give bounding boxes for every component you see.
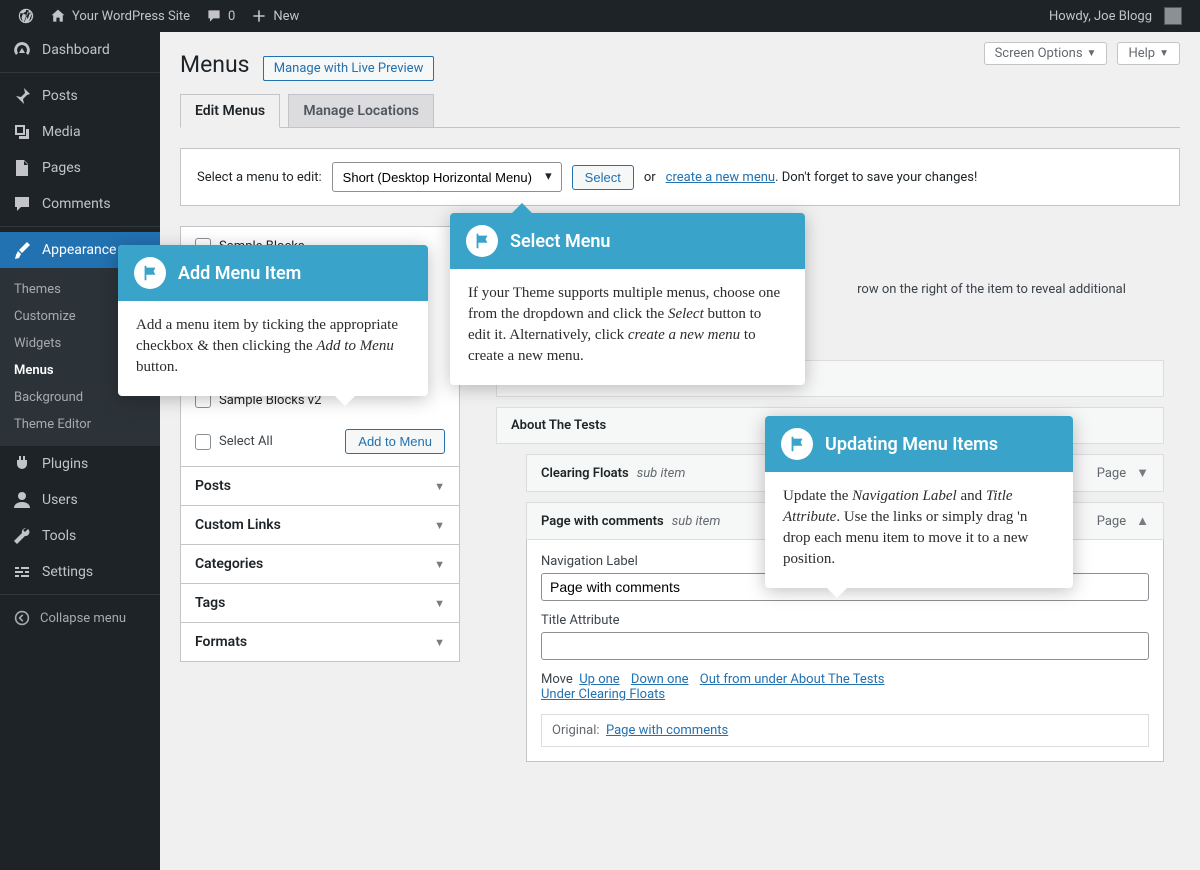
tooltip-add-menu-item: Add Menu Item Add a menu item by ticking… — [118, 245, 428, 396]
sidebar-item-comments[interactable]: Comments — [0, 186, 160, 222]
title-attr-label: Title Attribute — [541, 613, 1149, 628]
original-box: Original: Page with comments — [541, 714, 1149, 747]
move-down-link[interactable]: Down one — [631, 672, 689, 687]
caret-down-icon: ▼ — [434, 636, 445, 649]
flag-icon — [781, 428, 813, 460]
move-up-link[interactable]: Up one — [579, 672, 619, 687]
new-label: New — [273, 9, 299, 24]
move-under-link[interactable]: Under Clearing Floats — [541, 687, 665, 702]
dashboard-icon — [12, 40, 32, 60]
wrench-icon — [12, 526, 32, 546]
sidebar-item-dashboard[interactable]: Dashboard — [0, 32, 160, 68]
move-out-link[interactable]: Out from under About The Tests — [700, 672, 885, 687]
wordpress-icon — [18, 8, 34, 24]
site-name-link[interactable]: Your WordPress Site — [42, 0, 198, 32]
accordion-formats[interactable]: Formats▼ — [180, 622, 460, 662]
flag-icon — [466, 225, 498, 257]
plugin-icon — [12, 454, 32, 474]
accordion-tags[interactable]: Tags▼ — [180, 583, 460, 623]
separator — [0, 68, 160, 73]
accordion-posts[interactable]: Posts▼ — [180, 466, 460, 506]
move-links: Move Up one Down one Out from under Abou… — [541, 672, 1149, 702]
select-button[interactable]: Select — [572, 165, 634, 190]
tooltip-updating-menu-items: Updating Menu Items Update the Navigatio… — [765, 416, 1073, 588]
admin-sidebar: Dashboard Posts Media Pages Comments App… — [0, 32, 160, 870]
caret-up-icon[interactable]: ▲ — [1136, 513, 1149, 529]
comments-link[interactable]: 0 — [198, 0, 243, 32]
caret-down-icon: ▼ — [1159, 48, 1169, 59]
sidebar-item-posts[interactable]: Posts — [0, 78, 160, 114]
site-name: Your WordPress Site — [72, 9, 190, 24]
sidebar-item-pages[interactable]: Pages — [0, 150, 160, 186]
submenu-theme-editor[interactable]: Theme Editor — [0, 411, 160, 438]
or-text: or — [644, 170, 656, 185]
caret-down-icon: ▼ — [434, 558, 445, 571]
sidebar-item-tools[interactable]: Tools — [0, 518, 160, 554]
caret-down-icon: ▼ — [434, 480, 445, 493]
page-title: Menus — [180, 42, 250, 82]
caret-down-icon: ▼ — [434, 519, 445, 532]
sidebar-item-media[interactable]: Media — [0, 114, 160, 150]
caret-down-icon: ▼ — [1087, 48, 1097, 59]
original-link[interactable]: Page with comments — [606, 723, 728, 738]
tooltip-arrow — [333, 394, 357, 406]
sidebar-item-users[interactable]: Users — [0, 482, 160, 518]
add-to-menu-button[interactable]: Add to Menu — [345, 429, 445, 454]
flag-icon — [134, 257, 166, 289]
pin-icon — [12, 86, 32, 106]
sidebar-item-settings[interactable]: Settings — [0, 554, 160, 590]
nav-tabs: Edit Menus Manage Locations — [180, 94, 1180, 128]
media-icon — [12, 122, 32, 142]
screen-meta-links: Screen Options▼ Help▼ — [984, 42, 1180, 65]
select-all-checkbox[interactable] — [195, 434, 211, 450]
note-text: . Don't forget to save your changes! — [775, 170, 977, 185]
screen-options-button[interactable]: Screen Options▼ — [984, 42, 1108, 65]
select-menu-label: Select a menu to edit: — [197, 170, 322, 185]
accordion-categories[interactable]: Categories▼ — [180, 544, 460, 584]
tab-manage-locations[interactable]: Manage Locations — [288, 94, 434, 127]
accordion-custom-links[interactable]: Custom Links▼ — [180, 505, 460, 545]
manage-live-preview-button[interactable]: Manage with Live Preview — [263, 56, 435, 81]
plus-icon — [251, 8, 267, 24]
separator — [0, 590, 160, 595]
collapse-icon — [12, 608, 32, 628]
comment-icon — [206, 8, 222, 24]
title-attr-input[interactable] — [541, 632, 1149, 660]
help-button[interactable]: Help▼ — [1117, 42, 1180, 65]
page-icon — [12, 158, 32, 178]
sidebar-item-plugins[interactable]: Plugins — [0, 446, 160, 482]
avatar — [1164, 7, 1182, 25]
tooltip-arrow — [510, 203, 534, 215]
collapse-menu[interactable]: Collapse menu — [0, 600, 160, 636]
howdy-text: Howdy, Joe Blogg — [1049, 9, 1152, 24]
create-new-menu-link[interactable]: create a new menu — [666, 170, 775, 185]
home-icon — [50, 8, 66, 24]
menu-select[interactable]: Short (Desktop Horizontal Menu) — [332, 162, 562, 192]
separator — [0, 222, 160, 227]
comment-icon — [12, 194, 32, 214]
user-icon — [12, 490, 32, 510]
wp-logo[interactable] — [10, 0, 42, 32]
settings-icon — [12, 562, 32, 582]
user-menu[interactable]: Howdy, Joe Blogg — [1041, 0, 1190, 32]
menu-select-bar: Select a menu to edit: Short (Desktop Ho… — [180, 148, 1180, 206]
admin-bar: Your WordPress Site 0 New Howdy, Joe Blo… — [0, 0, 1200, 32]
tooltip-select-menu: Select Menu If your Theme supports multi… — [450, 213, 805, 385]
comment-count: 0 — [228, 9, 235, 24]
caret-down-icon: ▼ — [434, 597, 445, 610]
caret-down-icon[interactable]: ▼ — [1136, 465, 1149, 481]
tooltip-arrow — [825, 586, 849, 598]
new-content-link[interactable]: New — [243, 0, 307, 32]
brush-icon — [12, 240, 32, 260]
tab-edit-menus[interactable]: Edit Menus — [180, 94, 280, 128]
